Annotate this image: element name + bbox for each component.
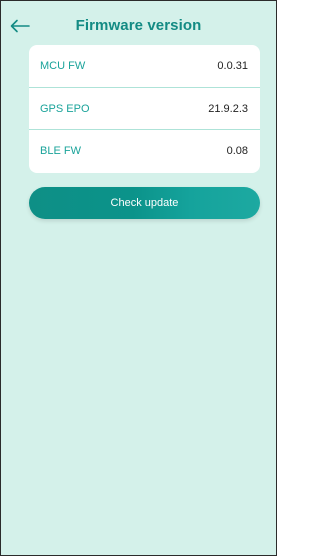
row-label: BLE FW — [40, 144, 81, 157]
firmware-info-card: MCU FW 0.0.31 GPS EPO 21.9.2.3 BLE FW 0.… — [29, 45, 260, 173]
row-value: 0.08 — [226, 144, 248, 157]
firmware-row-mcu: MCU FW 0.0.31 — [29, 45, 260, 87]
firmware-row-ble: BLE FW 0.08 — [29, 129, 260, 171]
row-label: GPS EPO — [40, 102, 90, 115]
firmware-row-gps-epo: GPS EPO 21.9.2.3 — [29, 87, 260, 129]
check-update-button[interactable]: Check update — [29, 187, 260, 219]
row-label: MCU FW — [40, 60, 86, 72]
firmware-screen: Firmware version MCU FW 0.0.31 GPS EPO 2… — [0, 0, 277, 556]
row-value: 0.0.31 — [217, 60, 248, 72]
row-value: 21.9.2.3 — [208, 102, 248, 115]
page-title: Firmware version — [75, 17, 202, 34]
